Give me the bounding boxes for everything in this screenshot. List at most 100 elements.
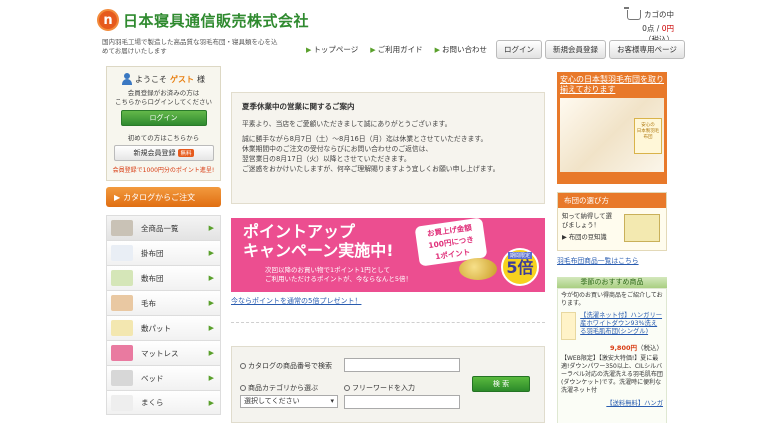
cart-icon [624, 6, 641, 20]
category-thumbnail [111, 270, 133, 286]
site-tagline: 国内羽毛工場で製造した高品質な羽毛布団・寝具類を心を込めてお届けいたします [102, 38, 278, 55]
category-pillow[interactable]: まくら ▶ [106, 390, 221, 415]
product-name[interactable]: 【洗濯ネット付】ハンガリー産ホワイトダウン93%洗える羽毛肌布団(シングル) [580, 312, 663, 340]
first-time-text: 初めての方はこちらから [127, 134, 200, 142]
nav-top-page[interactable]: ▶ トップページ [300, 40, 364, 59]
book-icon [624, 214, 660, 242]
cart-price: 0円 [661, 24, 674, 33]
arrow-icon: ▶ [208, 224, 214, 232]
notice-line: 休業期間中のご注文の受付ならびにお問い合わせのご返信は、 [242, 145, 433, 153]
futon-image: 安心の 日本製羽毛布団 [560, 98, 664, 172]
notice-title: 夏季休業中の営業に関するご案内 [242, 102, 355, 111]
arrow-icon: ▶ [208, 324, 214, 332]
point-campaign-banner[interactable]: ポイントアップ キャンペーン実施中! お買上げ金額 100円につき 1ポイント … [231, 218, 545, 292]
code-search-label: カタログの商品番号で検索 [240, 361, 332, 371]
season-box: 今が旬のお買い得商品をご紹介しております。 【洗濯ネット付】ハンガリー産ホワイト… [557, 288, 667, 423]
banner-subtext: 次回以降のお買い物で1ポイント1円として ご利用いただけるポイントが、今ならなん… [265, 266, 413, 283]
season-message: 今が旬のお買い得商品をご紹介しております。 [561, 292, 663, 307]
welcome-text: ようこそ ゲスト様 [112, 73, 215, 85]
feature-card: 安心の 日本製羽毛布団 [634, 118, 662, 154]
category-thumbnail [111, 220, 133, 236]
coins-icon [459, 258, 497, 280]
category-thumbnail [111, 394, 133, 411]
search-icon [240, 385, 246, 391]
arrow-icon: ▶ [208, 349, 214, 357]
cart-sep: / [654, 24, 662, 33]
freeword-input[interactable] [344, 395, 460, 409]
logo-mark-icon: n [97, 9, 119, 31]
search-panel: カタログの商品番号で検索 商品カテゴリから選ぶ フリーワードを入力 選択してくだ… [231, 346, 545, 423]
category-thumbnail [111, 245, 133, 261]
feature-banner[interactable]: 安心の日本製羽毛布団を取り揃えております 安心の 日本製羽毛布団 [557, 72, 667, 184]
points-note: 会員登録で1000円分のポイント進呈! [112, 167, 215, 174]
category-select[interactable]: 選択してください ▾ [240, 395, 338, 408]
arrow-icon: ▶ [370, 45, 376, 54]
arrow-icon: ▶ [306, 45, 312, 54]
nav-contact[interactable]: ▶ お問い合わせ [429, 40, 493, 59]
product-description: 【WEB限定】【激安大特価!】夏に最適!ダウンパワー350以上、CILシルバーラ… [561, 355, 663, 394]
arrow-icon: ▶ [208, 299, 214, 307]
register-nav-button[interactable]: 新規会員登録 [545, 40, 607, 59]
product-name-2[interactable]: 【送料無料】ハンガ [561, 398, 663, 407]
user-icon [122, 73, 132, 85]
divider [231, 322, 545, 323]
arrow-icon: ▶ [434, 45, 441, 54]
product-item[interactable]: 【洗濯ネット付】ハンガリー産ホワイトダウン93%洗える羽毛肌布団(シングル) [561, 312, 663, 340]
notice-line: 平素より、当店をご愛顧いただきまして誠にありがとうございます。 [242, 120, 452, 128]
register-button[interactable]: 新規会員登録 無料 [113, 145, 214, 161]
search-icon [240, 363, 246, 369]
arrow-icon: ▶ [208, 398, 214, 407]
feature-title: 安心の日本製羽毛布団を取り揃えております [560, 75, 664, 94]
category-blanket[interactable]: 毛布 ▶ [106, 290, 221, 315]
down-futon-list-link[interactable]: 羽毛布団商品一覧はこちら [557, 255, 667, 265]
promo-link[interactable]: 今ならポイントを通常の5倍プレゼント！ [231, 296, 361, 306]
catalog-order-button[interactable]: ▶ カタログからご注文 [106, 187, 221, 207]
multiplier-badge: 期間限定 5倍 [501, 248, 539, 286]
left-sidebar: ようこそ ゲスト様 会員登録がお済みの方は こちらからログインしてください ログイ… [106, 66, 221, 415]
free-badge: 無料 [178, 149, 194, 157]
login-button[interactable]: ログイン [120, 110, 207, 126]
arrow-icon: ▶ [208, 274, 214, 282]
guide-heading: 布団の選び方 [558, 193, 666, 208]
category-all[interactable]: 全商品一覧 ▶ [106, 215, 221, 240]
guest-box: ようこそ ゲスト様 会員登録がお済みの方は こちらからログインしてください ログイ… [106, 66, 221, 181]
cart-label: カゴの中 [644, 10, 674, 19]
site-logo[interactable]: n 日本寝具通信販売株式会社 [97, 9, 309, 31]
arrow-icon: ▶ [114, 192, 121, 202]
arrow-icon: ▶ [208, 249, 214, 257]
top-navigation: ▶ トップページ ▶ ご利用ガイド ▶ お問い合わせ ログイン 新規会員登録 お客様専… [300, 40, 685, 59]
category-bed-pad[interactable]: 敷パット ▶ [106, 315, 221, 340]
notice-line: 翌営業日の8月17日（火）以降とさせていただきます。 [242, 155, 411, 163]
arrow-icon: ▶ [208, 374, 214, 382]
notice-box: 夏季休業中の営業に関するご案内 平素より、当店をご愛顧いただきまして誠にありがと… [231, 92, 545, 204]
search-icon [344, 385, 350, 391]
search-button[interactable]: 検 索 [472, 376, 530, 392]
category-list: 全商品一覧 ▶ 掛布団 ▶ 敷布団 ▶ 毛布 ▶ 敷パット ▶ マットレス ▶ [106, 215, 221, 415]
season-heading: 季節のおすすめ商品 [557, 277, 667, 288]
company-name: 日本寝具通信販売株式会社 [123, 11, 310, 30]
futon-guide-box[interactable]: 布団の選び方 知って納得して選びましょう！ ▶ 布団の豆知識 [557, 192, 667, 251]
mypage-nav-button[interactable]: お客様専用ページ [609, 40, 685, 59]
guest-message: 会員登録がお済みの方は こちらからログインしてください [114, 89, 213, 106]
catalog-code-input[interactable] [344, 358, 460, 372]
product-image [561, 312, 577, 340]
category-thumbnail [111, 345, 133, 361]
login-nav-button[interactable]: ログイン [496, 40, 543, 59]
category-shikibuton[interactable]: 敷布団 ▶ [106, 265, 221, 290]
right-sidebar: 安心の日本製羽毛布団を取り揃えております 安心の 日本製羽毛布団 布団の選び方 … [557, 72, 667, 423]
category-thumbnail [111, 370, 133, 386]
chevron-down-icon: ▾ [330, 397, 334, 405]
notice-line: ご迷惑をおかけいたしますが、何卒ご理解賜りますよう宜しくお願い申し上げます。 [242, 165, 500, 173]
cart-count: 0点 [642, 24, 655, 33]
category-thumbnail [111, 295, 133, 311]
freeword-label: フリーワードを入力 [344, 383, 415, 393]
notice-line: 誠に勝手ながら8月7日（土）～8月16日（月）迄は休業とさせていただきます。 [242, 135, 488, 143]
category-bed[interactable]: ベッド ▶ [106, 365, 221, 390]
category-search-label: 商品カテゴリから選ぶ [240, 383, 318, 393]
nav-user-guide[interactable]: ▶ ご利用ガイド [364, 40, 428, 59]
category-mattress[interactable]: マットレス ▶ [106, 340, 221, 365]
category-thumbnail [111, 320, 133, 336]
product-price: 9,800円（税込） [609, 344, 663, 352]
category-kakebuton[interactable]: 掛布団 ▶ [106, 240, 221, 265]
banner-title: ポイントアップ キャンペーン実施中! [243, 222, 394, 260]
